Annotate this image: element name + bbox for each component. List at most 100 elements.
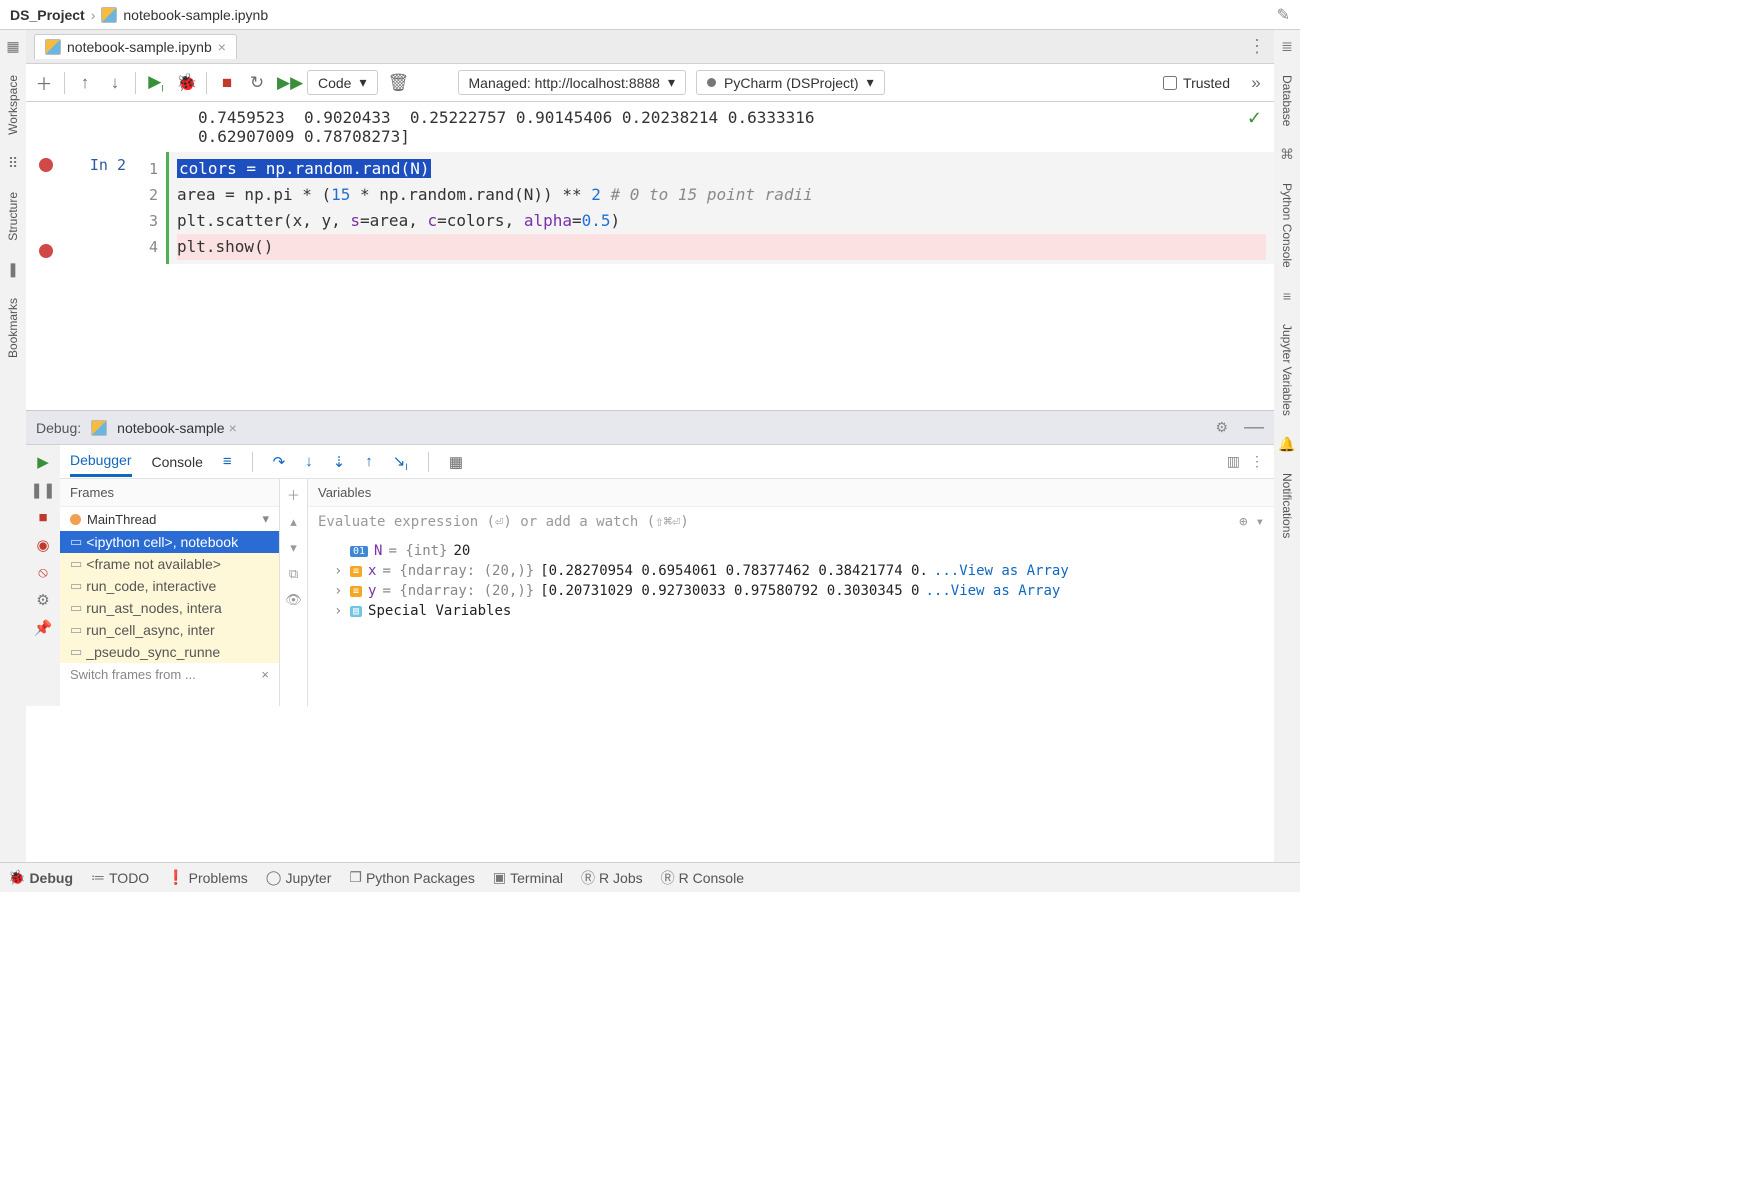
view-as-array-link[interactable]: ...View as Array: [934, 563, 1069, 579]
thread-selector[interactable]: MainThread ▾: [60, 507, 279, 531]
add-cell-icon[interactable]: ＋: [34, 70, 54, 95]
expand-icon[interactable]: »: [1246, 73, 1266, 93]
add-icon[interactable]: ＋: [287, 485, 300, 504]
settings-icon[interactable]: ⚙: [36, 591, 49, 609]
restart-icon[interactable]: ↻: [247, 73, 267, 93]
status-debug[interactable]: 🐞Debug: [8, 869, 73, 886]
bookmark-icon[interactable]: ❚: [7, 261, 19, 278]
move-down-icon[interactable]: ↓: [105, 73, 125, 93]
editor-tab[interactable]: notebook-sample.ipynb ×: [34, 34, 237, 59]
view-as-array-link[interactable]: ...View as Array: [925, 583, 1060, 599]
cell-prompt: In 2: [66, 152, 126, 264]
run-cell-icon[interactable]: ▶I: [146, 72, 166, 93]
status-problems[interactable]: ❗Problems: [167, 869, 248, 886]
step-into-my-icon[interactable]: ⇣: [333, 453, 346, 471]
sidebar-jupyter-vars[interactable]: Jupyter Variables: [1280, 324, 1294, 416]
sidebar-workspace[interactable]: Workspace: [6, 75, 20, 135]
frame-list: ▭<ipython cell>, notebook ▭<frame not av…: [60, 531, 279, 663]
frames-header: Frames: [60, 479, 279, 507]
frame-item[interactable]: ▭run_ast_nodes, intera: [60, 597, 279, 619]
status-bar: 🐞Debug ≔TODO ❗Problems ◯Jupyter ❒Python …: [0, 862, 1300, 892]
sidebar-structure[interactable]: Structure: [6, 192, 20, 241]
delete-cell-icon[interactable]: 🗑: [388, 73, 408, 93]
resume-icon[interactable]: ▶: [37, 453, 49, 471]
mute-breakpoints-icon[interactable]: ⦸: [38, 564, 48, 581]
layout-icon[interactable]: ▥: [1227, 453, 1240, 470]
step-over-icon[interactable]: ↷: [273, 453, 286, 471]
stop-icon[interactable]: ■: [217, 73, 237, 93]
frame-item[interactable]: ▭<ipython cell>, notebook: [60, 531, 279, 553]
run-to-cursor-icon[interactable]: ↘I: [393, 452, 408, 472]
stop-icon[interactable]: ■: [38, 509, 47, 526]
watch-icon[interactable]: 👁: [285, 592, 302, 608]
minimize-icon[interactable]: —: [1244, 416, 1264, 439]
frame-item[interactable]: ▭_pseudo_sync_runne: [60, 641, 279, 663]
close-icon[interactable]: ×: [261, 667, 269, 682]
chevron-down-icon[interactable]: ▾: [1256, 514, 1264, 530]
sidebar-database[interactable]: Database: [1280, 75, 1294, 126]
view-breakpoints-icon[interactable]: ◉: [36, 536, 49, 554]
structure-icon[interactable]: ⠿: [8, 155, 18, 172]
sidebar-bookmarks[interactable]: Bookmarks: [6, 298, 20, 358]
folder-icon[interactable]: ▦: [6, 38, 19, 55]
breakpoint-icon[interactable]: [39, 244, 53, 258]
copy-icon[interactable]: ⧉: [289, 566, 298, 582]
pause-icon[interactable]: ❚❚: [30, 481, 55, 499]
python-icon[interactable]: ⌘: [1280, 146, 1294, 163]
step-out-icon[interactable]: ↑: [365, 453, 373, 470]
pin-icon[interactable]: 📌: [34, 619, 53, 637]
threads-icon[interactable]: ≡: [223, 453, 232, 470]
tab-console[interactable]: Console: [152, 448, 203, 476]
jupyter-vars-icon[interactable]: ≡: [1283, 288, 1291, 304]
status-r-console[interactable]: ⓇR Console: [661, 868, 744, 888]
evaluate-expression-input[interactable]: Evaluate expression (⏎) or add a watch (…: [308, 507, 1274, 537]
status-python-packages[interactable]: ❒Python Packages: [349, 869, 475, 886]
status-terminal[interactable]: ▣Terminal: [493, 869, 563, 886]
frame-item[interactable]: ▭<frame not available>: [60, 553, 279, 575]
cell-type-selector[interactable]: Code ▾: [307, 70, 378, 95]
variable-item[interactable]: ›▤Special Variables: [308, 601, 1274, 621]
breakpoint-icon[interactable]: [39, 158, 53, 172]
database-icon[interactable]: ≣: [1281, 38, 1293, 55]
evaluate-icon[interactable]: ▦: [449, 453, 463, 471]
status-jupyter[interactable]: ◯Jupyter: [266, 869, 332, 886]
variable-item[interactable]: 01N = {int} 20: [308, 541, 1274, 561]
move-up-icon[interactable]: ↑: [75, 73, 95, 93]
trusted-checkbox[interactable]: Trusted: [1163, 75, 1230, 91]
close-icon[interactable]: ×: [229, 420, 237, 436]
sidebar-python-console[interactable]: Python Console: [1280, 183, 1294, 268]
debug-session-tab[interactable]: notebook-sample ×: [117, 420, 237, 436]
switch-frames-hint[interactable]: Switch frames from ...×: [60, 663, 279, 686]
right-tool-strip: ≣ Database ⌘ Python Console ≡ Jupyter Va…: [1274, 30, 1300, 862]
frame-item[interactable]: ▭run_code, interactive: [60, 575, 279, 597]
close-tab-icon[interactable]: ×: [218, 39, 226, 55]
code-cell[interactable]: In 2 1 2 3 4 colors = np.random.rand(N) …: [26, 152, 1274, 264]
status-r-jobs[interactable]: ⓇR Jobs: [581, 868, 643, 888]
code-area[interactable]: colors = np.random.rand(N) area = np.pi …: [166, 152, 1274, 264]
add-watch-icon[interactable]: ⊕: [1239, 514, 1247, 530]
edit-icon[interactable]: ✎: [1277, 5, 1290, 25]
gear-icon[interactable]: ⚙: [1215, 419, 1228, 436]
step-into-icon[interactable]: ↓: [305, 453, 313, 470]
bell-icon[interactable]: 🔔: [1278, 436, 1295, 453]
sidebar-notifications[interactable]: Notifications: [1280, 473, 1294, 538]
status-todo[interactable]: ≔TODO: [91, 869, 149, 886]
server-selector[interactable]: Managed: http://localhost:8888 ▾: [458, 70, 687, 95]
debug-cell-icon[interactable]: 🐞: [176, 73, 196, 93]
variable-item[interactable]: ›≡y = {ndarray: (20,)} [0.20731029 0.927…: [308, 581, 1274, 601]
trusted-input[interactable]: [1163, 76, 1177, 90]
tab-options-icon[interactable]: ⋮: [1248, 36, 1266, 57]
breadcrumb-file[interactable]: notebook-sample.ipynb: [123, 7, 268, 23]
array-type-icon: ≡: [350, 566, 362, 577]
gutter[interactable]: [26, 152, 66, 264]
notebook-editor[interactable]: ✓ 0.7459523 0.9020433 0.25222757 0.90145…: [26, 102, 1274, 410]
more-icon[interactable]: ⋮: [1250, 453, 1264, 470]
variable-item[interactable]: ›≡x = {ndarray: (20,)} [0.28270954 0.695…: [308, 561, 1274, 581]
interpreter-selector[interactable]: PyCharm (DSProject) ▾: [696, 70, 885, 95]
frame-item[interactable]: ▭run_cell_async, inter: [60, 619, 279, 641]
project-name[interactable]: DS_Project: [10, 7, 85, 23]
run-all-icon[interactable]: ▶▶: [277, 73, 297, 93]
tab-debugger[interactable]: Debugger: [70, 446, 132, 477]
down-icon[interactable]: ▾: [290, 540, 297, 556]
up-icon[interactable]: ▴: [290, 514, 297, 530]
